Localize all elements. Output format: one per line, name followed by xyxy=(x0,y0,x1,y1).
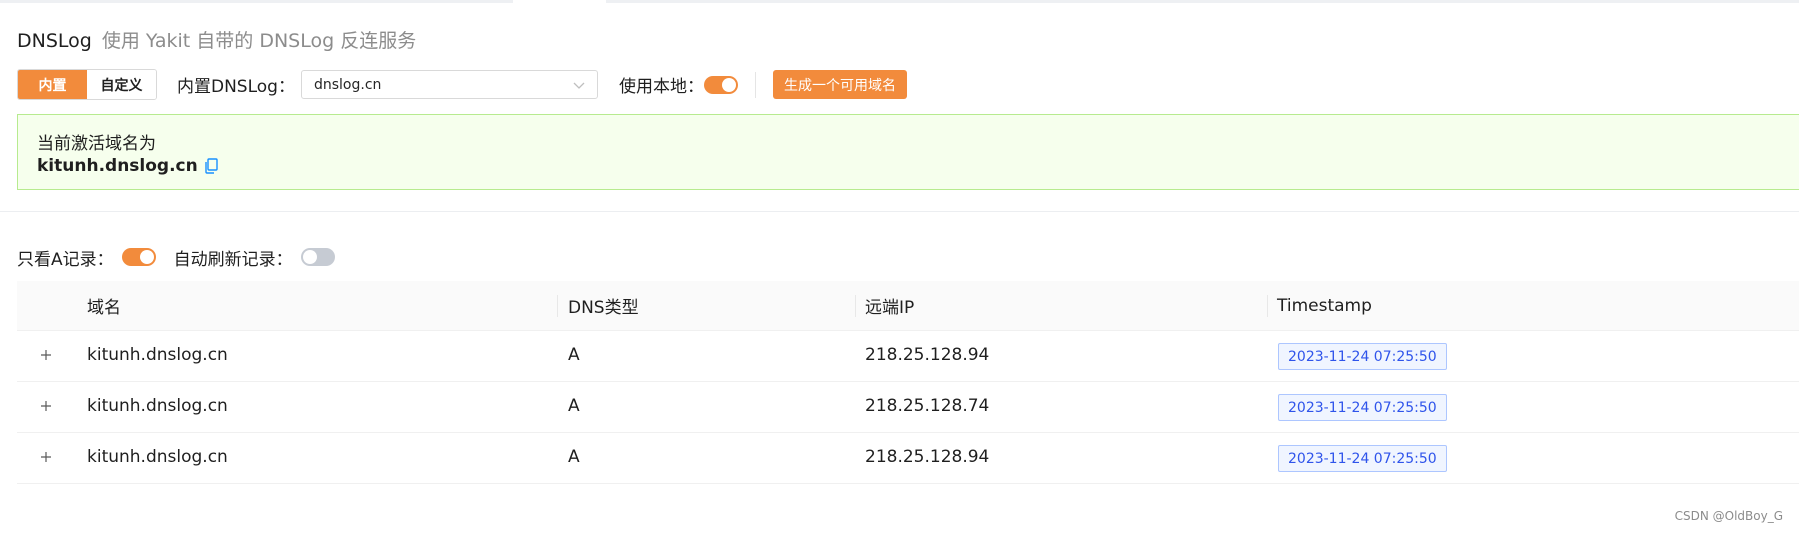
builtin-dnslog-value: dnslog.cn xyxy=(313,76,382,93)
page-title-row: DNSLog 使用 Yakit 自带的 DNSLog 反连服务 xyxy=(17,26,416,56)
cell-remote-ip: 218.25.128.74 xyxy=(865,396,990,416)
active-domain-text: kitunh.dnslog.cn xyxy=(37,156,198,176)
use-local-label: 使用本地： xyxy=(618,77,704,97)
expand-row-icon[interactable] xyxy=(39,348,53,362)
page-title: DNSLog xyxy=(17,30,92,52)
timestamp-tag: 2023-11-24 07:25:50 xyxy=(1278,343,1447,370)
top-tab-strip xyxy=(0,0,1799,3)
column-header-domain[interactable]: 域名 xyxy=(87,293,121,318)
cell-domain: kitunh.dnslog.cn xyxy=(87,447,228,467)
dnslog-records-table: 域名 DNS类型 远端IP Timestamp kitunh.dnslog.cn… xyxy=(17,281,1799,484)
table-row[interactable]: kitunh.dnslog.cn A 218.25.128.94 2023-11… xyxy=(17,331,1799,382)
column-separator xyxy=(557,295,558,317)
table-row[interactable]: kitunh.dnslog.cn A 218.25.128.74 2023-11… xyxy=(17,382,1799,433)
auto-refresh-label: 自动刷新记录： xyxy=(173,249,293,270)
generate-domain-button[interactable]: 生成一个可用域名 xyxy=(772,70,907,99)
cell-dns-type: A xyxy=(568,396,580,416)
alert-message: 当前激活域名为 xyxy=(37,134,156,154)
active-domain-alert: 当前激活域名为 kitunh.dnslog.cn xyxy=(17,114,1799,190)
alert-domain-row: kitunh.dnslog.cn xyxy=(37,156,218,176)
page-subtitle: 使用 Yakit 自带的 DNSLog 反连服务 xyxy=(101,30,417,52)
column-separator xyxy=(1267,295,1268,317)
table-header: 域名 DNS类型 远端IP Timestamp xyxy=(17,281,1799,331)
column-separator xyxy=(855,295,856,317)
cell-dns-type: A xyxy=(568,447,580,467)
column-header-dns-type[interactable]: DNS类型 xyxy=(568,293,639,318)
section-divider xyxy=(0,211,1799,212)
toolbar-divider xyxy=(754,71,756,98)
builtin-dnslog-select[interactable]: dnslog.cn xyxy=(300,70,598,99)
timestamp-tag: 2023-11-24 07:25:50 xyxy=(1278,394,1447,421)
auto-refresh-toggle[interactable] xyxy=(300,248,335,266)
cell-dns-type: A xyxy=(568,345,580,365)
cell-domain: kitunh.dnslog.cn xyxy=(87,396,228,416)
expand-row-icon[interactable] xyxy=(39,399,53,413)
toggle-knob xyxy=(302,250,317,264)
table-row[interactable]: kitunh.dnslog.cn A 218.25.128.94 2023-11… xyxy=(17,433,1799,484)
cell-remote-ip: 218.25.128.94 xyxy=(865,447,990,467)
chevron-down-icon xyxy=(573,82,585,89)
mode-segmented-control: 内置 自定义 xyxy=(17,69,157,100)
active-tab-indicator[interactable] xyxy=(513,0,606,3)
cell-remote-ip: 218.25.128.94 xyxy=(865,345,990,365)
watermark-text: CSDN @OldBoy_G xyxy=(1674,509,1783,523)
mode-builtin-option[interactable]: 内置 xyxy=(18,70,87,99)
config-toolbar: 内置 自定义 内置DNSLog： dnslog.cn 使用本地： 生成一个可用域… xyxy=(17,69,907,100)
use-local-toggle[interactable] xyxy=(703,75,738,94)
timestamp-tag: 2023-11-24 07:25:50 xyxy=(1278,445,1447,472)
toggle-knob xyxy=(721,77,736,92)
only-a-record-toggle[interactable] xyxy=(121,248,156,266)
builtin-dnslog-label: 内置DNSLog： xyxy=(177,77,295,97)
cell-domain: kitunh.dnslog.cn xyxy=(87,345,228,365)
mode-custom-option[interactable]: 自定义 xyxy=(87,70,156,99)
column-header-timestamp[interactable]: Timestamp xyxy=(1277,296,1372,316)
column-header-remote-ip[interactable]: 远端IP xyxy=(865,293,914,318)
only-a-record-label: 只看A记录： xyxy=(17,249,114,270)
filter-bar: 只看A记录： 自动刷新记录： xyxy=(17,245,335,270)
copy-icon[interactable] xyxy=(204,158,218,174)
expand-row-icon[interactable] xyxy=(39,450,53,464)
toggle-knob xyxy=(139,250,154,264)
